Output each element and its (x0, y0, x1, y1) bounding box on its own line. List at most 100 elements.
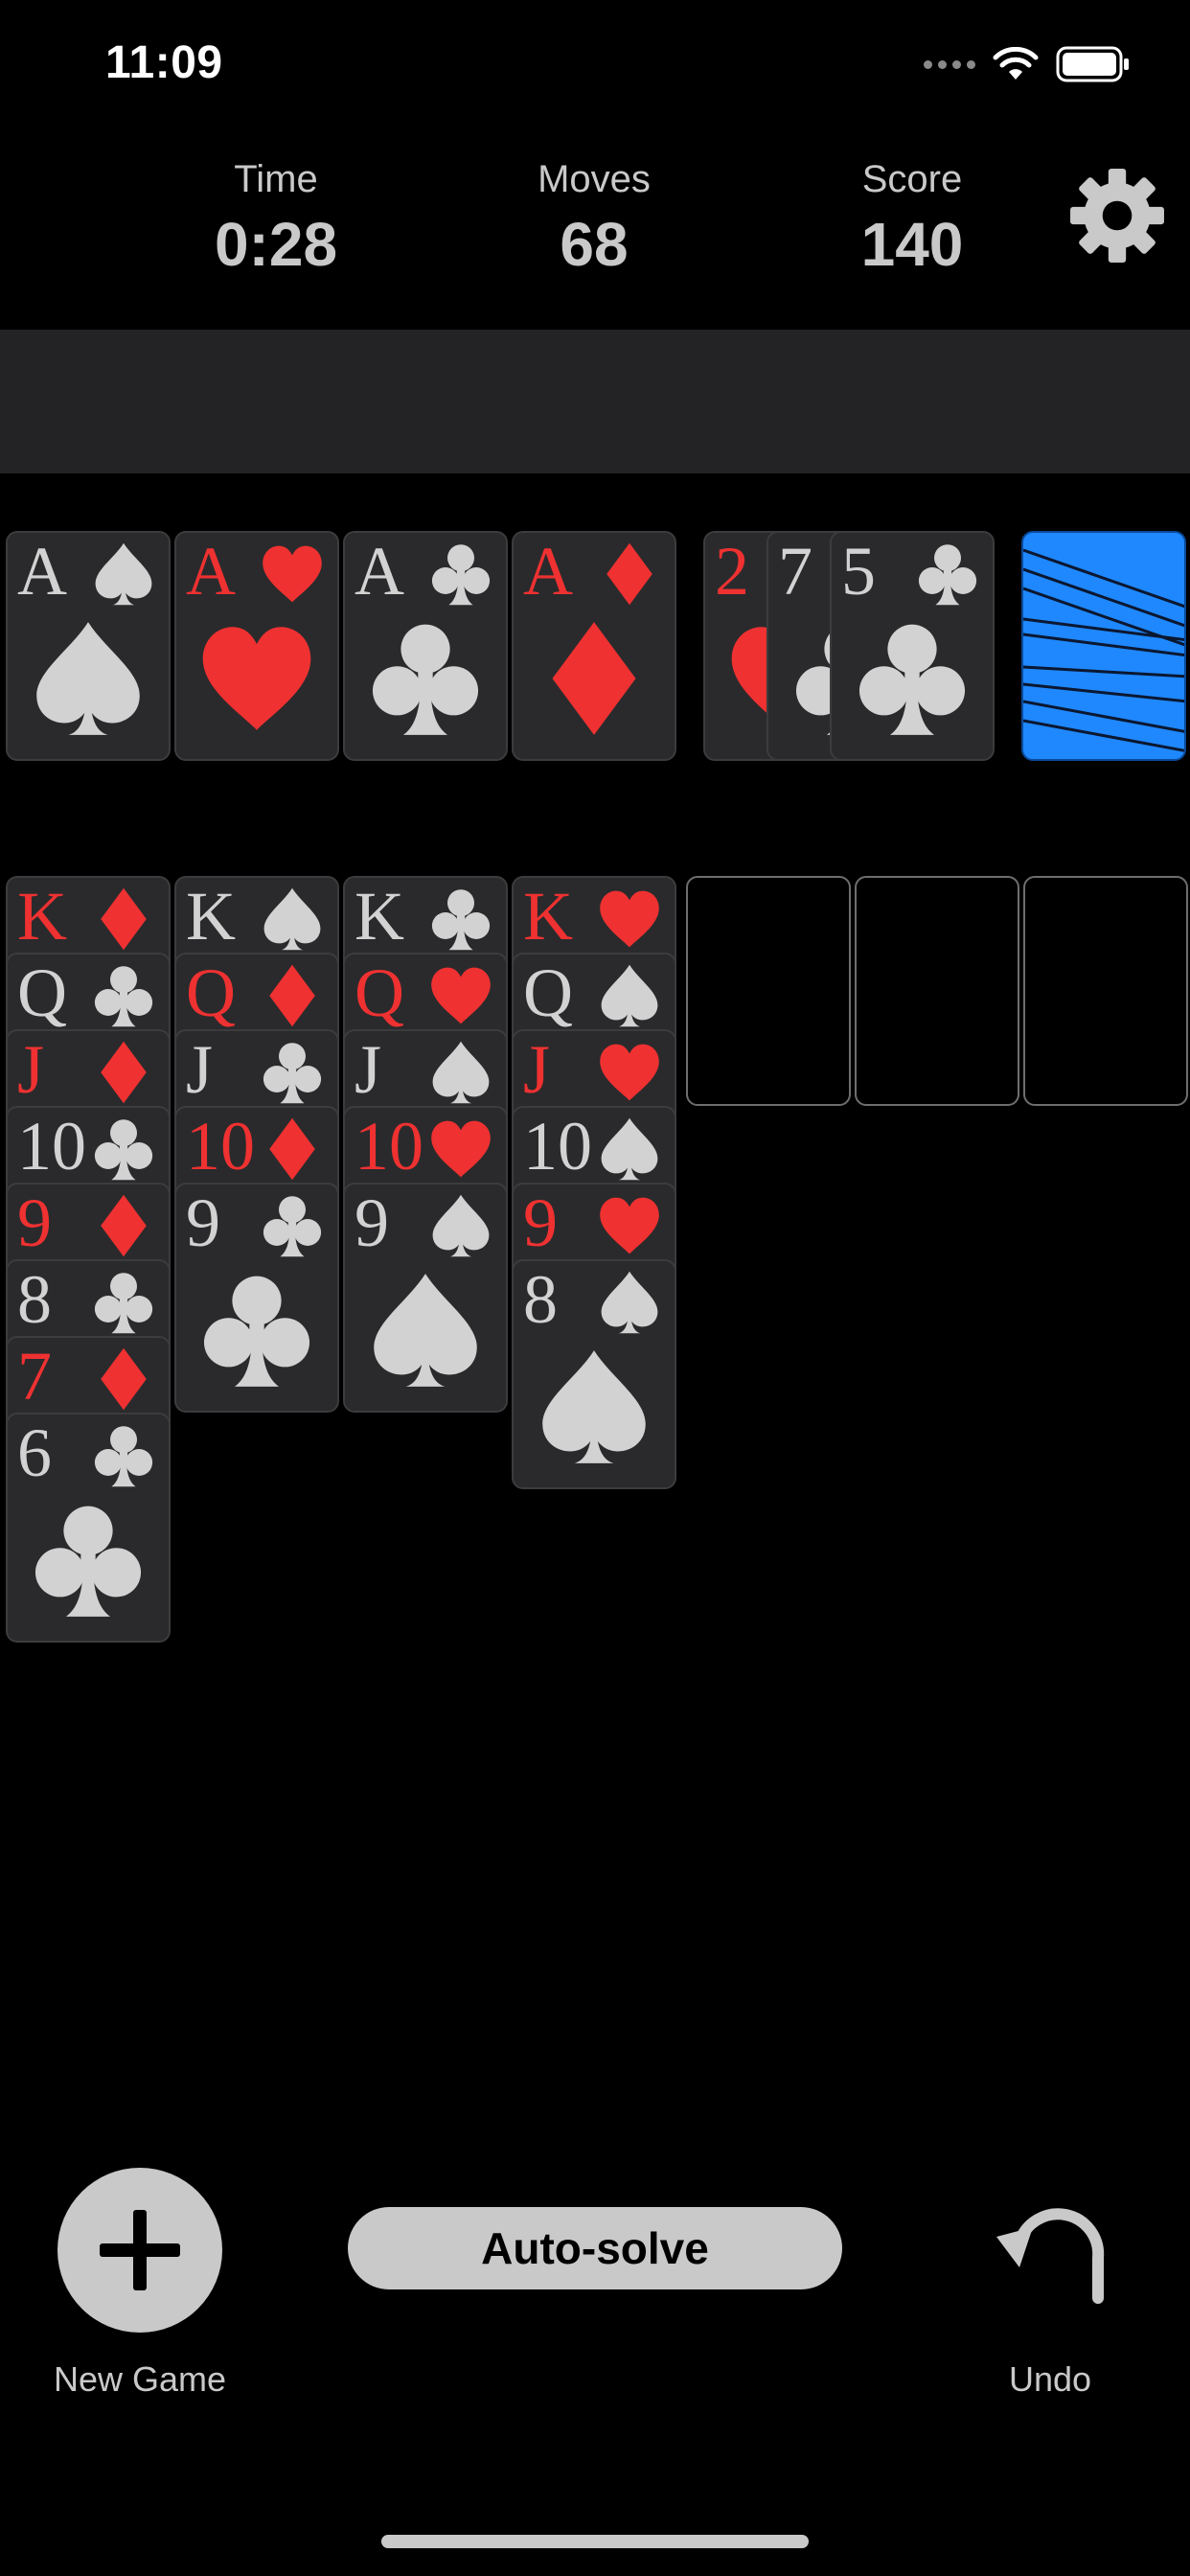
card-rank: K (523, 878, 573, 954)
foundation-card[interactable]: A (6, 531, 171, 761)
new-game-label: New Game (53, 2359, 227, 2399)
wifi-icon (993, 47, 1039, 80)
spades-icon (374, 1274, 477, 1387)
diamonds-icon (552, 622, 636, 735)
clubs-icon (263, 1196, 322, 1257)
score-stat: Score 140 (807, 158, 1018, 280)
hearts-icon (431, 1120, 491, 1178)
diamonds-icon (101, 1347, 147, 1411)
undo-arrow-icon[interactable] (991, 2202, 1111, 2304)
card-rank: 10 (186, 1108, 255, 1184)
waste-card[interactable]: 5 (830, 531, 995, 761)
hearts-icon (202, 627, 311, 730)
card-rank: 7 (17, 1338, 52, 1414)
new-game-button[interactable] (57, 2168, 222, 2333)
cellular-signal-icon (924, 59, 975, 69)
time-value: 0:28 (214, 210, 338, 279)
card-rank: 9 (523, 1184, 558, 1261)
card-rank: 10 (523, 1108, 592, 1184)
auto-solve-button[interactable]: Auto-solve (348, 2207, 842, 2289)
clubs-icon (431, 544, 491, 606)
hearts-icon (600, 890, 659, 948)
clubs-icon (34, 1506, 142, 1617)
card-rank: 6 (17, 1414, 52, 1491)
card-rank: J (17, 1031, 45, 1108)
foundation-card[interactable]: A (174, 531, 339, 761)
spades-icon (432, 1194, 490, 1257)
score-label: Score (861, 158, 963, 200)
home-indicator (381, 2535, 809, 2548)
tableau-card[interactable]: 9 (174, 1183, 339, 1413)
status-time: 11:09 (105, 37, 223, 88)
card-rank: A (17, 533, 67, 610)
spades-icon (542, 1350, 646, 1463)
tableau-card[interactable]: 6 (6, 1413, 171, 1643)
diamonds-icon (269, 964, 315, 1027)
clubs-icon (94, 1426, 153, 1487)
clubs-icon (94, 1119, 153, 1181)
tableau-card[interactable]: 9 (343, 1183, 508, 1413)
hearts-icon (431, 967, 491, 1024)
time-label: Time (234, 158, 318, 200)
spades-icon (601, 964, 658, 1027)
moves-label: Moves (538, 158, 651, 200)
ad-banner-area (0, 330, 1190, 473)
clubs-icon (203, 1276, 310, 1387)
diamonds-icon (101, 1041, 147, 1104)
battery-icon (1056, 46, 1129, 82)
card-rank: K (355, 878, 404, 954)
card-rank: 9 (186, 1184, 220, 1261)
card-rank: 5 (841, 533, 876, 610)
spades-icon (95, 542, 152, 606)
empty-tableau-slot[interactable] (686, 876, 851, 1106)
card-rank: K (186, 878, 236, 954)
foundation-card[interactable]: A (343, 531, 508, 761)
card-rank: J (186, 1031, 214, 1108)
card-rank: 8 (17, 1261, 52, 1338)
card-rank: 7 (778, 533, 812, 610)
clubs-icon (94, 966, 153, 1027)
foundation-card[interactable]: A (512, 531, 676, 761)
clubs-icon (858, 624, 966, 735)
moves-stat: Moves 68 (489, 158, 699, 280)
card-rank: K (17, 878, 67, 954)
clubs-icon (431, 889, 491, 951)
undo-label: Undo (1008, 2359, 1092, 2399)
spades-icon (601, 1117, 658, 1181)
clubs-icon (263, 1043, 322, 1104)
card-rank: A (186, 533, 236, 610)
card-rank: A (523, 533, 573, 610)
card-rank: Q (523, 954, 573, 1031)
card-rank: J (355, 1031, 382, 1108)
spades-icon (601, 1271, 658, 1334)
card-rank: Q (355, 954, 404, 1031)
diamonds-icon (101, 887, 147, 951)
plus-icon (100, 2210, 180, 2290)
spades-icon (36, 622, 140, 735)
score-value: 140 (860, 210, 964, 279)
spades-icon (263, 887, 321, 951)
tableau-card[interactable]: 8 (512, 1259, 676, 1489)
card-rank: 10 (17, 1108, 86, 1184)
empty-tableau-slot[interactable] (855, 876, 1019, 1106)
card-back-pattern (1023, 548, 1184, 752)
clubs-icon (918, 544, 977, 606)
diamonds-icon (269, 1117, 315, 1181)
card-rank: A (355, 533, 404, 610)
moves-value: 68 (560, 210, 629, 279)
empty-tableau-slot[interactable] (1023, 876, 1188, 1106)
gear-icon[interactable] (1068, 167, 1166, 264)
card-rank: 2 (715, 533, 749, 610)
card-rank: J (523, 1031, 551, 1108)
card-rank: 9 (355, 1184, 389, 1261)
diamonds-icon (101, 1194, 147, 1257)
card-rank: 9 (17, 1184, 52, 1261)
spades-icon (432, 1041, 490, 1104)
status-icons (924, 46, 1131, 82)
diamonds-icon (606, 542, 652, 606)
card-rank: 8 (523, 1261, 558, 1338)
card-rank: Q (186, 954, 236, 1031)
card-rank: Q (17, 954, 67, 1031)
stock-pile[interactable] (1021, 531, 1186, 761)
clubs-icon (372, 624, 479, 735)
